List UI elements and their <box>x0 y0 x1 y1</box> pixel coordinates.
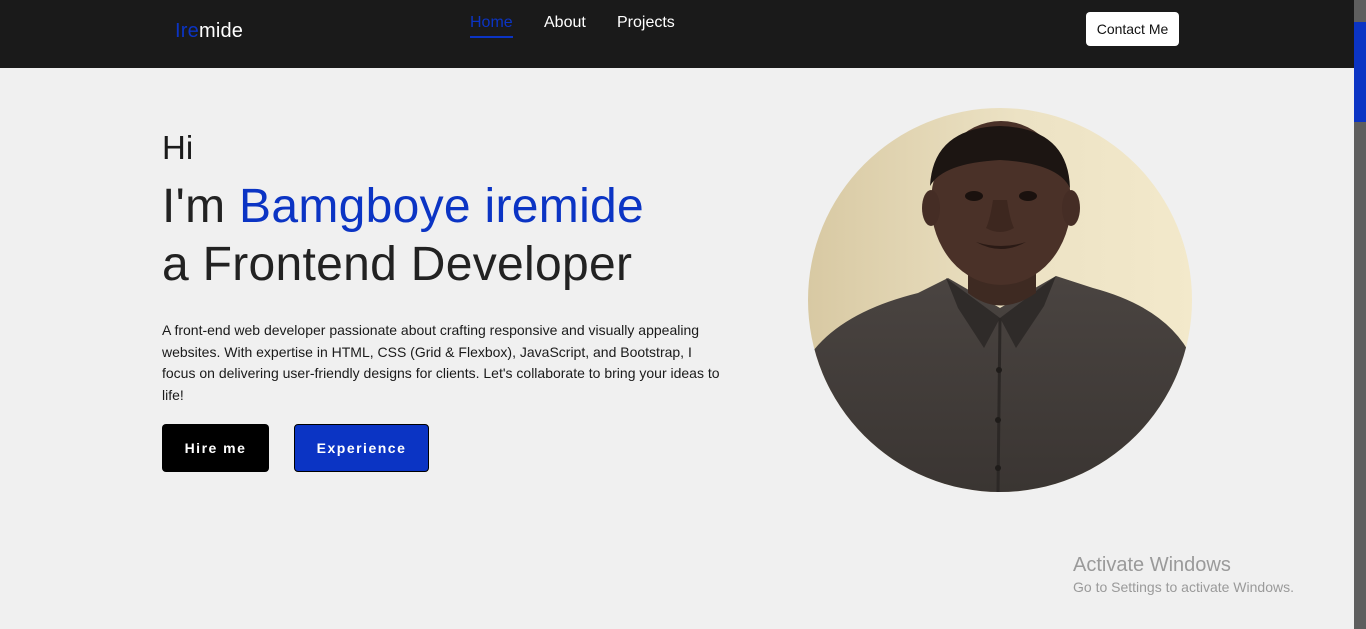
page-scrollbar[interactable] <box>1354 0 1366 629</box>
hero-name: Bamgboye iremide <box>239 180 645 233</box>
nav-link-about[interactable]: About <box>544 14 586 36</box>
watermark-subtitle: Go to Settings to activate Windows. <box>1073 579 1294 595</box>
windows-activation-watermark: Activate Windows Go to Settings to activ… <box>1073 553 1294 597</box>
scrollbar-thumb[interactable] <box>1354 22 1366 122</box>
hero-headline: I'm Bamgboye iremide <box>162 178 722 236</box>
navbar: Iremide Home About Projects Contact Me <box>0 0 1354 68</box>
profile-photo <box>808 108 1192 492</box>
contact-me-button[interactable]: Contact Me <box>1086 12 1179 46</box>
watermark-title: Activate Windows <box>1073 554 1231 576</box>
site-logo[interactable]: Iremide <box>175 20 243 43</box>
hire-me-button[interactable]: Hire me <box>162 424 269 472</box>
hero-intro: I'm <box>162 180 240 233</box>
hero-role: a Frontend Developer <box>162 238 633 291</box>
experience-button[interactable]: Experience <box>294 424 429 472</box>
hero-section: Hi I'm Bamgboye iremide a Frontend Devel… <box>162 128 722 406</box>
logo-accent: Ire <box>175 20 199 42</box>
nav-link-projects[interactable]: Projects <box>617 14 675 36</box>
logo-text: mide <box>198 20 244 42</box>
hero-greeting: Hi <box>162 129 194 166</box>
hero-bio: A front-end web developer passionate abo… <box>162 322 720 403</box>
nav-link-home[interactable]: Home <box>470 14 513 38</box>
